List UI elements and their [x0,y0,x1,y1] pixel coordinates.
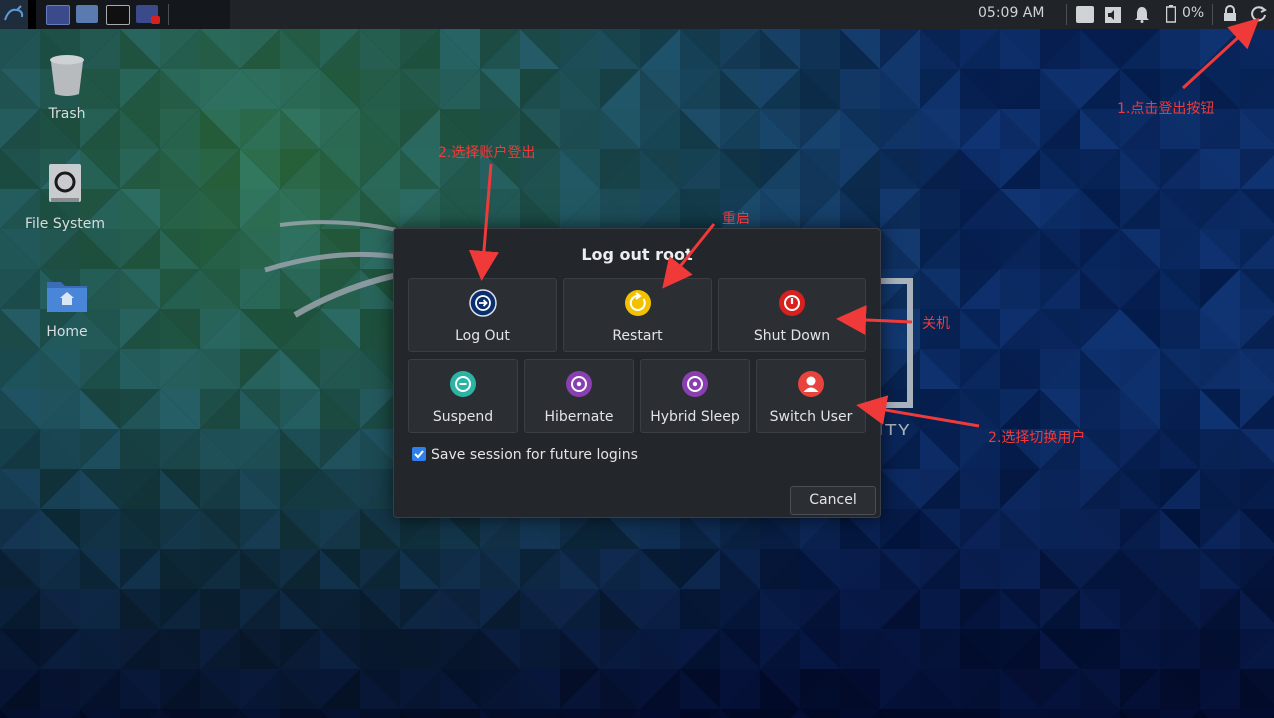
battery-percentage: 0% [1182,5,1205,21]
trash-icon [50,55,84,96]
switch-user-button[interactable]: Switch User [756,359,866,433]
panel-separator [1066,4,1067,25]
user-icon [798,371,824,397]
desktop-item-home[interactable]: Home [17,276,117,340]
lock-icon[interactable] [1223,5,1237,22]
background-text: ITY [878,421,911,435]
cpu-icon[interactable] [1076,6,1094,23]
logout-icon [468,289,497,317]
dialog-title: Log out root [581,245,693,264]
wallpaper-tile [1240,709,1274,718]
suspend-button[interactable]: Suspend [408,359,518,433]
annotation-shutdown: 关机 [922,316,950,332]
panel-separator [1212,4,1213,25]
checkmark-icon [414,450,424,459]
file-manager-icon[interactable] [76,5,98,23]
logout-button[interactable]: Log Out [408,278,557,352]
hybrid-sleep-button[interactable]: Hybrid Sleep [640,359,750,433]
save-session-checkbox[interactable] [412,447,426,461]
kali-menu-button[interactable] [0,0,28,29]
annotation-restart: 重启 [722,211,750,227]
annotation-choose-logout: 2.选择账户登出 [438,145,536,161]
volume-icon[interactable] [1104,6,1122,24]
top-panel: 05:09 AM 0% [0,0,1274,29]
shutdown-button[interactable]: Shut Down [718,278,866,352]
drive-icon [49,164,81,202]
terminal-icon[interactable] [106,5,130,25]
panel-separator [168,4,169,25]
screenshot-icon[interactable] [136,5,160,24]
workspace-1-icon[interactable] [46,5,70,25]
logout-icon[interactable] [1250,5,1268,23]
hybrid-sleep-icon [682,371,708,397]
logout-dialog: Log out root Log Out Restart Shut Down S… [393,228,881,518]
desktop-item-trash[interactable]: Trash [17,52,117,122]
annotation-click-logout: 1.点击登出按钮 [1117,101,1215,117]
cancel-button[interactable]: Cancel [790,486,876,515]
notification-bell-icon[interactable] [1134,6,1150,23]
restart-button[interactable]: Restart [563,278,712,352]
home-folder-icon [47,282,87,312]
panel-clock[interactable]: 05:09 AM [978,5,1044,21]
suspend-icon [450,371,476,397]
kali-menu-icon [4,5,24,21]
panel-launchers [36,0,230,29]
save-session-row[interactable]: Save session for future logins [412,447,638,463]
save-session-label: Save session for future logins [431,447,638,463]
desktop-item-file-system[interactable]: File System [15,162,115,232]
battery-icon[interactable] [1166,5,1176,23]
hibernate-button[interactable]: Hibernate [524,359,634,433]
restart-icon [624,290,651,316]
power-icon [779,290,805,316]
annotation-switch-user: 2.选择切换用户 [988,430,1086,446]
hibernate-icon [566,371,592,397]
